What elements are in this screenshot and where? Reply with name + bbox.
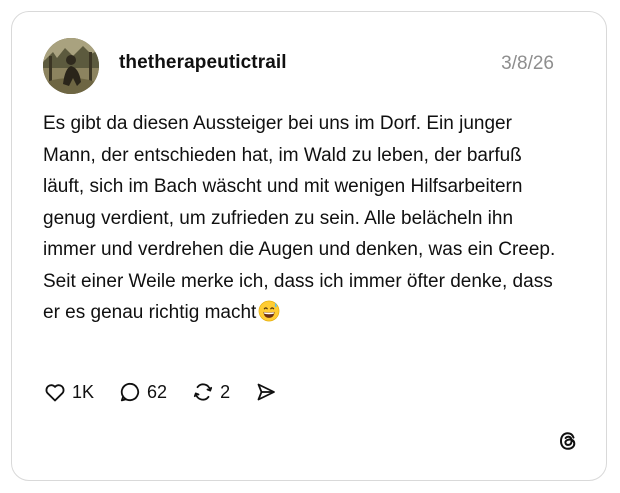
reply-count: 62: [147, 381, 168, 402]
username[interactable]: thetherapeutictrail: [119, 52, 287, 74]
repost-count: 2: [220, 381, 231, 402]
send-icon: [257, 383, 275, 401]
repost-button[interactable]: 2: [191, 380, 230, 404]
action-bar: 1K 62 2: [43, 378, 283, 406]
avatar[interactable]: [43, 38, 99, 94]
like-button[interactable]: 1K: [43, 380, 94, 404]
reply-button[interactable]: 62: [118, 380, 167, 404]
grinning-face-with-sweat-emoji: [258, 300, 280, 322]
repost-icon: [193, 383, 213, 401]
threads-logo-icon[interactable]: [556, 429, 580, 453]
heart-icon: [45, 384, 65, 402]
post-date: 3/8/26: [501, 53, 554, 74]
post-text-body: Es gibt da diesen Aussteiger bei uns im …: [43, 113, 561, 323]
post-text: Es gibt da diesen Aussteiger bei uns im …: [43, 108, 563, 329]
speech-bubble-icon: [120, 382, 140, 402]
like-count: 1K: [72, 381, 95, 402]
share-button[interactable]: [254, 380, 283, 404]
post-card: thetherapeutictrail 3/8/26 Es gibt da di…: [11, 11, 607, 481]
